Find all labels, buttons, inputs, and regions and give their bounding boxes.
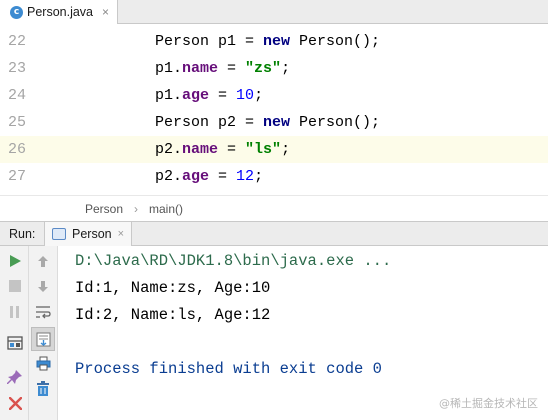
scroll-to-end-button[interactable] — [31, 327, 55, 351]
soft-wrap-button[interactable] — [32, 301, 54, 323]
scroll-down-button[interactable] — [32, 275, 54, 297]
code-editor[interactable]: 22 Person p1 = new Person(); 23 p1.name = "… — [0, 24, 548, 195]
code-text[interactable]: p2.name = "ls"; — [155, 136, 290, 163]
code-text[interactable]: p2.age = 12; — [155, 163, 263, 190]
clear-all-button[interactable] — [32, 377, 54, 399]
editor-tab-label: Person.java — [27, 5, 94, 19]
java-class-icon: c — [10, 5, 23, 19]
line-number[interactable]: 22 — [8, 28, 26, 55]
code-text[interactable]: p1.age = 10; — [155, 82, 263, 109]
run-toolbar-primary — [0, 246, 29, 420]
pause-icon — [10, 306, 19, 318]
code-token-fld: name — [182, 141, 219, 158]
code-token-num: 10 — [236, 87, 255, 104]
scroll-up-button[interactable] — [32, 250, 54, 272]
arrow-up-icon — [38, 255, 48, 267]
play-icon — [10, 255, 21, 267]
soft-wrap-icon — [36, 306, 51, 319]
code-token: p2. — [155, 168, 183, 185]
rerun-button[interactable] — [4, 250, 26, 272]
camera-icon — [7, 336, 23, 350]
code-token: ; — [281, 60, 291, 77]
console-output-line-1: Id:1, Name:zs, Age:10 — [75, 279, 271, 297]
run-tab-person[interactable]: Person × — [44, 222, 132, 246]
code-line-22[interactable]: 22 Person p1 = new Person(); — [0, 28, 548, 55]
close-tab-icon[interactable]: × — [102, 5, 109, 19]
code-token: p1. — [155, 60, 183, 77]
pin-icon — [7, 370, 22, 384]
code-text[interactable]: Person p1 = new Person(); — [155, 28, 380, 55]
console-exit-message: Process finished with exit code 0 — [75, 360, 382, 378]
code-token-str: "ls" — [245, 141, 282, 158]
code-token: p1. — [155, 87, 183, 104]
run-toolwindow-header: Run: Person × — [0, 221, 548, 246]
line-number[interactable]: 24 — [8, 82, 26, 109]
code-token: = — [209, 87, 237, 104]
code-line-26[interactable]: 26 p2.name = "ls"; — [0, 136, 548, 163]
code-token: Person(); — [290, 114, 381, 131]
code-token: ; — [254, 168, 264, 185]
code-line-25[interactable]: 25 Person p2 = new Person(); — [0, 109, 548, 136]
editor-tab-bar: c Person.java × — [0, 0, 548, 24]
code-token-fld: age — [182, 168, 210, 185]
code-token: Person p1 = — [155, 33, 264, 50]
line-number[interactable]: 26 — [8, 136, 26, 163]
editor-tab-person-java[interactable]: c Person.java × — [0, 0, 118, 24]
code-token-kw: new — [263, 33, 291, 50]
watermark: @稀土掘金技术社区 — [439, 397, 538, 410]
code-token: = — [218, 141, 246, 158]
dump-threads-button[interactable] — [4, 332, 26, 354]
run-config-icon — [52, 228, 66, 240]
line-number[interactable]: 27 — [8, 163, 26, 190]
code-line-27[interactable]: 27 p2.age = 12; — [0, 163, 548, 190]
close-icon — [8, 396, 22, 410]
console-output[interactable]: D:\Java\RD\JDK1.8\bin\java.exe ... Id:1,… — [58, 246, 548, 420]
code-text[interactable]: p1.name = "zs"; — [155, 55, 290, 82]
code-token: p2. — [155, 141, 183, 158]
run-toolbar-secondary — [29, 246, 58, 420]
code-token: = — [218, 60, 246, 77]
breadcrumb-separator: › — [134, 202, 138, 216]
arrow-down-icon — [38, 280, 48, 292]
trash-icon — [37, 380, 49, 396]
code-text[interactable]: Person p2 = new Person(); — [155, 109, 380, 136]
code-token-str: "zs" — [245, 60, 282, 77]
code-token: Person(); — [290, 33, 381, 50]
close-run-tab-icon[interactable]: × — [118, 228, 124, 240]
code-token-num: 12 — [236, 168, 255, 185]
print-button[interactable] — [32, 352, 54, 374]
code-token: ; — [254, 87, 264, 104]
code-token-kw: new — [263, 114, 291, 131]
printer-icon — [36, 356, 50, 370]
console-command-line: D:\Java\RD\JDK1.8\bin\java.exe ... — [75, 252, 392, 270]
scroll-to-end-icon — [36, 332, 50, 346]
code-token: ; — [281, 141, 291, 158]
stop-icon — [9, 280, 21, 292]
line-number[interactable]: 23 — [8, 55, 26, 82]
code-token: = — [209, 168, 237, 185]
line-number[interactable]: 25 — [8, 109, 26, 136]
breadcrumb-method[interactable]: main() — [149, 196, 183, 222]
pause-button[interactable] — [4, 301, 26, 323]
code-token-fld: age — [182, 87, 210, 104]
code-token-fld: name — [182, 60, 219, 77]
run-label: Run: — [9, 227, 36, 241]
code-line-23[interactable]: 23 p1.name = "zs"; — [0, 55, 548, 82]
close-button[interactable] — [4, 392, 26, 414]
run-tab-label: Person — [72, 227, 112, 241]
breadcrumb-class[interactable]: Person — [85, 196, 123, 222]
stop-button[interactable] — [4, 275, 26, 297]
pin-tab-button[interactable] — [4, 366, 26, 388]
console-output-line-2: Id:2, Name:ls, Age:12 — [75, 306, 271, 324]
code-line-24[interactable]: 24 p1.age = 10; — [0, 82, 548, 109]
code-token: Person p2 = — [155, 114, 264, 131]
breadcrumb: Person › main() — [0, 195, 548, 221]
